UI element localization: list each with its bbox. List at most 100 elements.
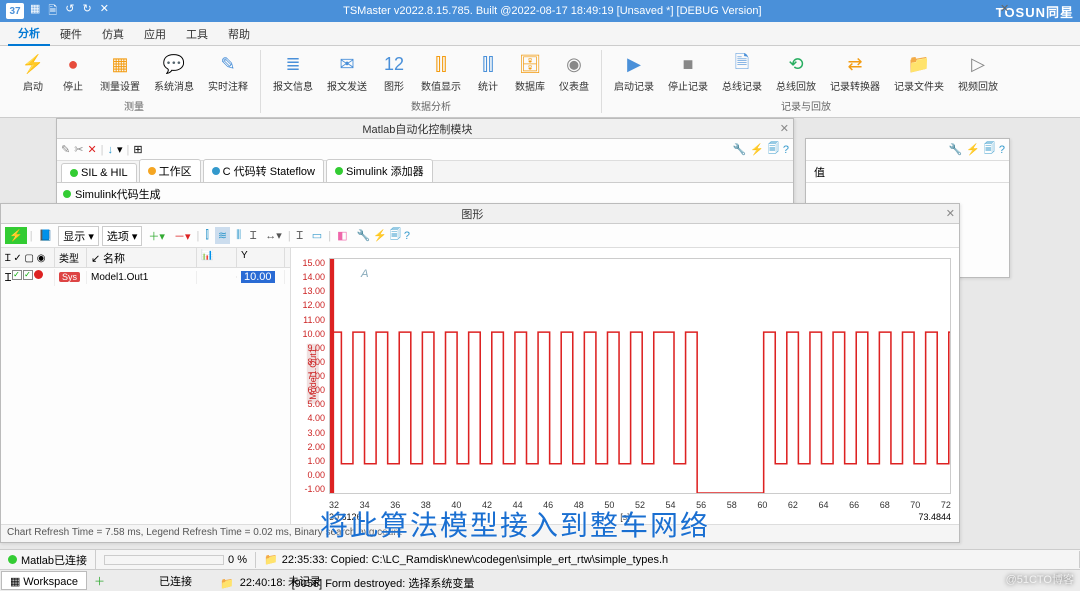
ribbon-系统消息[interactable]: 💬系统消息 (148, 50, 200, 96)
tab-C 代码转 Stateflow[interactable]: C 代码转 Stateflow (203, 159, 324, 182)
ribbon-报文信息[interactable]: ≣报文信息 (267, 50, 319, 96)
eraser-icon[interactable]: ◧ (334, 227, 350, 244)
menu-工具[interactable]: 工具 (176, 23, 218, 45)
chart-icon[interactable]: ⫿ (202, 227, 212, 244)
help-icon[interactable]: ? (999, 144, 1005, 156)
ribbon-icon: ⫿⫿ (477, 54, 499, 76)
col-type[interactable]: 类型 (55, 248, 87, 267)
ribbon-测量设置[interactable]: ▦测量设置 (94, 50, 146, 96)
ribbon-启动记录[interactable]: ▶启动记录 (608, 50, 660, 96)
close-icon[interactable]: ✕ (946, 207, 955, 220)
ribbon-icon: 12 (383, 54, 405, 76)
col-y[interactable]: Y (237, 248, 285, 267)
rect-icon[interactable]: ▭ (309, 227, 325, 244)
plot[interactable]: A (329, 258, 951, 494)
qat-icon[interactable]: ↻ (82, 2, 91, 21)
ribbon-icon: 💬 (163, 54, 185, 76)
ribbon-label: 记录转换器 (830, 78, 880, 93)
bolt-icon[interactable]: ⚡ (966, 143, 980, 156)
cursor-icon[interactable]: Ɪ (294, 226, 306, 245)
ribbon-icon: ⇄ (844, 54, 866, 76)
qat-icon[interactable]: 🗎 (48, 2, 57, 21)
qat-icon[interactable]: ↺ (65, 2, 74, 21)
tab-工作区[interactable]: 工作区 (139, 159, 201, 182)
col-name[interactable]: ↙ 名称 (87, 248, 197, 267)
table-row[interactable]: Ɪ Sys Model1.Out1 10.00 (1, 268, 290, 286)
ribbon-总线回放[interactable]: ⟲总线回放 (770, 50, 822, 96)
col-blank[interactable]: 📊 (197, 248, 237, 267)
ribbon-停止[interactable]: ●停止 (54, 50, 92, 96)
wrench-icon[interactable]: 🔧 (948, 143, 962, 156)
close-icon[interactable]: ✕ (780, 122, 789, 135)
qat-icon[interactable]: ✕ (100, 2, 109, 21)
tool-icon[interactable]: ▾ (117, 143, 123, 156)
add-icon[interactable]: ＋▾ (145, 226, 168, 246)
y-tick: 4.00 (293, 413, 325, 423)
menu-帮助[interactable]: 帮助 (218, 23, 260, 45)
add-tab-button[interactable]: ＋ (88, 570, 111, 591)
copy-icon[interactable]: 🗐 (984, 140, 995, 159)
ribbon-停止记录[interactable]: ■停止记录 (662, 50, 714, 96)
ribbon-数据库[interactable]: 🗄数据库 (509, 50, 551, 96)
x-tick: 52 (635, 500, 645, 510)
ribbon-label: 报文发送 (327, 78, 367, 93)
chart-area[interactable]: Model1.Out1 15.0014.0013.0012.0011.0010.… (291, 248, 959, 524)
y-tick: 8.00 (293, 357, 325, 367)
menu-硬件[interactable]: 硬件 (50, 23, 92, 45)
dot-icon (70, 169, 78, 177)
book-icon[interactable]: 📘 (36, 227, 56, 244)
options-dropdown[interactable]: 选项 ▾ (102, 226, 143, 246)
tool-icon[interactable]: ✂ (74, 143, 83, 156)
quick-access-toolbar[interactable]: ▦ 🗎 ↺ ↻ ✕ (30, 2, 109, 21)
show-dropdown[interactable]: 显示 ▾ (58, 226, 99, 246)
bolt-icon[interactable]: ⚡ (750, 143, 764, 156)
help-icon[interactable]: ? (404, 230, 410, 242)
ribbon-实时注释[interactable]: ✎实时注释 (202, 50, 254, 96)
help-icon[interactable]: ? (783, 144, 789, 156)
dot-icon (63, 190, 71, 198)
copy-icon[interactable]: 🗐 (768, 140, 779, 159)
window-title: TSMaster v2022.8.15.785. Built @2022-08-… (109, 5, 996, 17)
close-icon[interactable]: ✕ (1000, 2, 1016, 18)
y-tick: 11.00 (293, 315, 325, 325)
tab-Simulink 添加器[interactable]: Simulink 添加器 (326, 159, 433, 182)
tool-icon[interactable]: ✎ (61, 143, 70, 156)
chart-icon[interactable]: ≋ (215, 227, 230, 244)
ribbon-总线记录[interactable]: 🗎总线记录 (716, 50, 768, 96)
chart-icon[interactable]: ⫼ (233, 227, 244, 244)
tool-icon[interactable]: ✕ (87, 143, 96, 156)
bolt-icon[interactable]: ⚡ (373, 229, 387, 242)
ribbon-数值显示[interactable]: ⫿⫿数值显示 (415, 50, 467, 96)
qat-icon[interactable]: ▦ (30, 2, 40, 21)
ribbon-报文发送[interactable]: ✉报文发送 (321, 50, 373, 96)
tool-icon[interactable]: ↓ (108, 144, 114, 156)
ribbon-仪表盘[interactable]: ◉仪表盘 (553, 50, 595, 96)
menu-仿真[interactable]: 仿真 (92, 23, 134, 45)
copy-icon[interactable]: 🗐 (390, 226, 401, 245)
ribbon-视频回放[interactable]: ▷视频回放 (952, 50, 1004, 96)
cursor-icon[interactable]: Ɪ (247, 226, 259, 245)
remove-icon[interactable]: －▾ (171, 226, 194, 246)
x-tick: 42 (482, 500, 492, 510)
tab-SIL & HIL[interactable]: SIL & HIL (61, 163, 137, 182)
workspace-tab[interactable]: ▦ Workspace (1, 571, 87, 590)
bolt-icon[interactable]: ⚡ (5, 227, 27, 244)
arrow-icon[interactable]: ↔▾ (262, 227, 285, 244)
tool-icon[interactable]: ⊞ (133, 143, 142, 156)
signal-tree: Ɪ ✓ ▢ ◉ 类型 ↙ 名称 📊 Y Ɪ Sys Model1.Out1 10… (1, 248, 291, 524)
ribbon-统计[interactable]: ⫿⫿统计 (469, 50, 507, 96)
menu-应用[interactable]: 应用 (134, 23, 176, 45)
y-tick: 9.00 (293, 343, 325, 353)
ribbon-label: 数值显示 (421, 78, 461, 93)
ribbon-图形[interactable]: 12图形 (375, 50, 413, 96)
ribbon-label: 数据库 (515, 78, 545, 93)
x-tick: 58 (727, 500, 737, 510)
ribbon-启动[interactable]: ⚡启动 (14, 50, 52, 96)
ribbon-记录转换器[interactable]: ⇄ 记录转换器 (824, 50, 886, 96)
wrench-icon[interactable]: 🔧 (356, 229, 370, 242)
ribbon-记录文件夹[interactable]: 📁记录文件夹 (888, 50, 950, 96)
wrench-icon[interactable]: 🔧 (732, 143, 746, 156)
x-tick: 64 (819, 500, 829, 510)
menu-分析[interactable]: 分析 (8, 22, 50, 46)
x-tick: 66 (849, 500, 859, 510)
